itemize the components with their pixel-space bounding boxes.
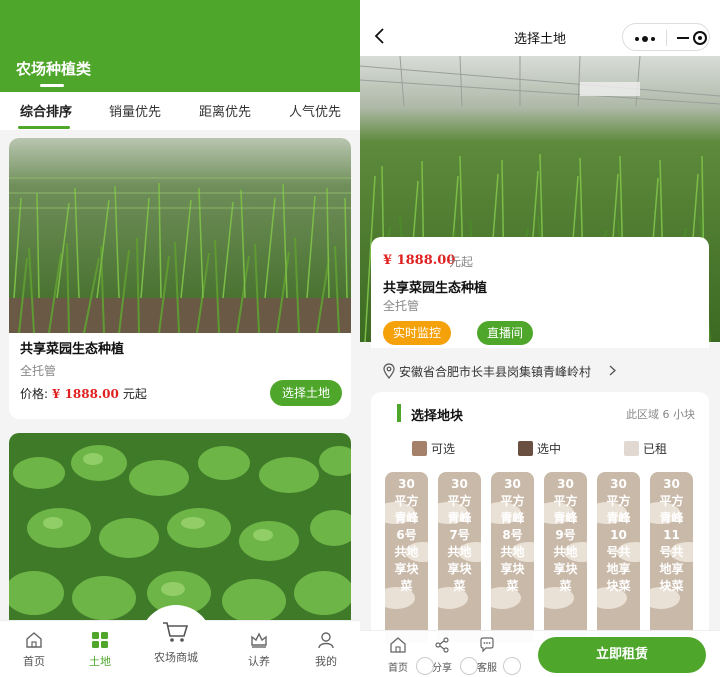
bottom-tab-bar: 首页 土地 农场商城 认养 我的 <box>0 605 360 677</box>
rent-now-button[interactable]: 立即租赁 <box>538 637 706 673</box>
nav-bar: 选择土地 <box>360 0 720 56</box>
share-icon <box>435 637 449 653</box>
more-dots-icon[interactable] <box>634 36 656 42</box>
product-price: ¥ 1888.00 <box>383 253 456 268</box>
tab-sales[interactable]: 销量优先 <box>109 101 161 120</box>
live-monitor-button[interactable]: 实时监控 <box>383 321 452 345</box>
live-room-button[interactable]: 直播间 <box>477 321 534 345</box>
section-accent-bar <box>397 404 401 422</box>
grid-icon <box>92 632 108 648</box>
tab-adopt-label: 认养 <box>248 655 270 668</box>
product-subtitle: 全托管 <box>383 299 420 313</box>
land-card[interactable]: 共享菜园生态种植 全托管 价格: ¥ 1888.00 元起 选择土地 <box>9 138 351 419</box>
plot-label: 30平方青峰9号共地享块菜 <box>553 477 578 593</box>
tab-farm-mall-label: 农场商城 <box>154 651 198 664</box>
app-root: 农场种植类 综合排序 销量优先 距离优先 人气优先 共享菜园生态种植 全托管 价… <box>0 0 720 677</box>
home-icon <box>26 632 42 648</box>
plot-label: 30平方青峰11号共地享块菜 <box>659 477 684 593</box>
tab-home-label: 首页 <box>23 655 45 668</box>
land-list-screen: 农场种植类 综合排序 销量优先 距离优先 人气优先 共享菜园生态种植 全托管 价… <box>0 0 360 677</box>
chevron-right-icon <box>609 365 616 376</box>
faded-check-icon <box>503 657 521 675</box>
address-row[interactable]: 安徽省合肥市长丰县岗集镇青峰岭村 <box>371 356 709 384</box>
land-card[interactable] <box>9 433 351 633</box>
faded-check-icon <box>460 657 478 675</box>
select-land-screen: 选择土地 ¥ 1888.00 元起 共享菜园生态种植 全托管 实时监控 直播间 … <box>360 0 720 677</box>
tab-comprehensive[interactable]: 综合排序 <box>20 101 72 120</box>
action-home-label: 首页 <box>388 663 408 674</box>
price-value: ¥ 1888.00 <box>52 387 119 401</box>
sort-tabs: 综合排序 销量优先 距离优先 人气优先 <box>0 92 360 130</box>
active-tab-indicator <box>18 126 70 129</box>
legend-swatch <box>624 441 639 456</box>
cart-icon <box>163 622 188 642</box>
plot-label: 30平方青峰10号共地享块菜 <box>606 477 631 593</box>
tab-home[interactable]: 首页 <box>4 621 64 677</box>
plot-tile[interactable]: 30平方青峰10号共地享块菜 <box>597 472 640 642</box>
price-row: 价格: ¥ 1888.00 元起 <box>20 385 147 402</box>
card-subtitle: 全托管 <box>20 364 57 378</box>
minimize-icon[interactable] <box>677 37 689 39</box>
product-name: 共享菜园生态种植 <box>383 281 488 296</box>
title-underline <box>40 84 64 87</box>
header-title: 农场种植类 <box>16 60 92 78</box>
bokchoy-field-image <box>9 433 351 628</box>
header: 农场种植类 <box>0 0 360 92</box>
home-icon <box>390 637 406 653</box>
action-home[interactable]: 首页 <box>378 631 418 677</box>
chive-field-image <box>9 138 351 333</box>
plot-label: 30平方青峰8号共地享块菜 <box>500 477 525 593</box>
section-count: 此区域 6 小块 <box>626 408 695 421</box>
tab-adopt[interactable]: 认养 <box>229 621 289 677</box>
legend-swatch <box>518 441 533 456</box>
user-icon <box>318 632 334 649</box>
close-target-icon[interactable] <box>693 31 707 45</box>
plot-tile[interactable]: 30平方青峰9号共地享块菜 <box>544 472 587 642</box>
plot-selection-card: 选择地块 此区域 6 小块 可选 选中 已租 30平方青峰6号共地享块菜 30平… <box>371 392 709 642</box>
chat-icon <box>480 637 494 653</box>
plot-tile[interactable]: 30平方青峰11号共地享块菜 <box>650 472 693 642</box>
capsule-separator <box>666 30 667 46</box>
plot-tile[interactable]: 30平方青峰6号共地享块菜 <box>385 472 428 642</box>
location-pin-icon <box>383 363 395 379</box>
tab-mine[interactable]: 我的 <box>296 621 356 677</box>
price-label: 价格: <box>20 387 49 401</box>
legend-label: 选中 <box>537 442 562 456</box>
legend-label: 已租 <box>643 442 668 456</box>
plot-label: 30平方青峰7号共地享块菜 <box>447 477 472 593</box>
product-price-unit: 元起 <box>449 255 474 269</box>
plot-tile[interactable]: 30平方青峰8号共地享块菜 <box>491 472 534 642</box>
tab-land[interactable]: 土地 <box>70 621 130 677</box>
tab-distance[interactable]: 距离优先 <box>199 101 251 120</box>
crown-icon <box>251 632 267 648</box>
legend-swatch <box>412 441 427 456</box>
tab-popularity[interactable]: 人气优先 <box>289 101 341 120</box>
plot-tile[interactable]: 30平方青峰7号共地享块菜 <box>438 472 481 642</box>
faded-check-icon <box>416 657 434 675</box>
action-bar: 首页 分享 客服 立即租赁 <box>360 630 720 677</box>
card-title: 共享菜园生态种植 <box>20 342 125 357</box>
address-text: 安徽省合肥市长丰县岗集镇青峰岭村 <box>399 365 592 379</box>
legend-label: 可选 <box>431 442 456 456</box>
tab-land-label: 土地 <box>89 655 111 668</box>
mini-program-capsule <box>622 23 710 51</box>
section-title: 选择地块 <box>411 409 464 424</box>
tab-mine-label: 我的 <box>315 655 337 668</box>
tab-farm-mall[interactable]: 农场商城 <box>140 605 212 677</box>
product-info-card: ¥ 1888.00 元起 共享菜园生态种植 全托管 实时监控 直播间 <box>371 237 709 348</box>
plot-label: 30平方青峰6号共地享块菜 <box>394 477 419 593</box>
price-unit: 元起 <box>122 387 147 401</box>
choose-land-button[interactable]: 选择土地 <box>269 380 342 406</box>
